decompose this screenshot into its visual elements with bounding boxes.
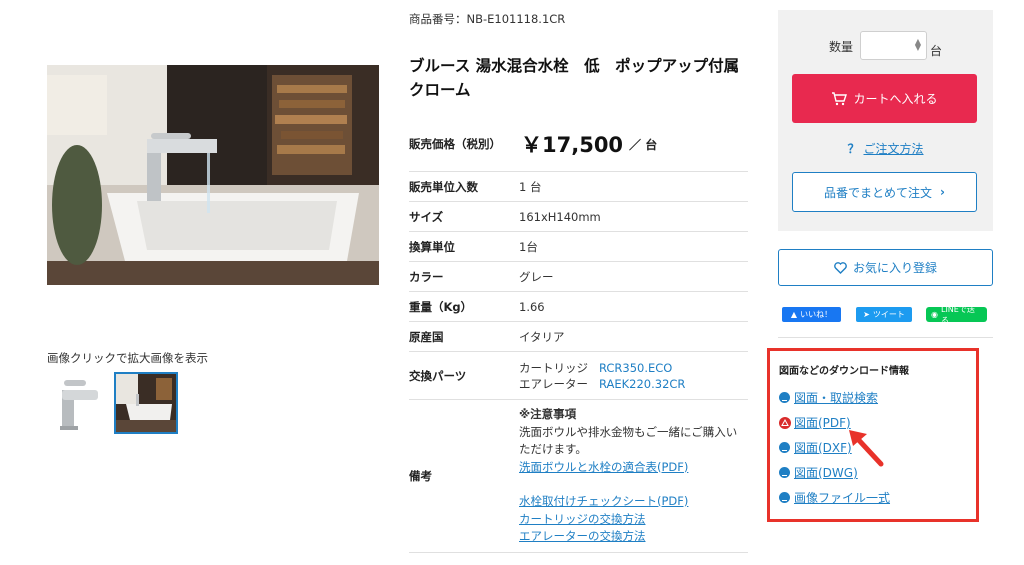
drawing-dxf-link[interactable]: 図面(DXF): [779, 439, 852, 456]
spec-value: グレー: [519, 261, 748, 292]
spec-row: 原産国 イタリア: [409, 321, 748, 352]
spec-key: 販売単位入数: [409, 171, 519, 202]
spec-value: 1.66: [519, 291, 748, 322]
spec-key: カラー: [409, 261, 519, 292]
line-chat-icon: ◉: [931, 310, 938, 319]
drawing-search-label: 図面・取説検索: [794, 391, 879, 405]
drawing-pdf-link[interactable]: 図面(PDF): [779, 414, 851, 431]
facebook-like-label: いいね！: [800, 310, 833, 319]
pdf-icon: [779, 416, 791, 429]
parts-line-aerator: エアレーター RAEK220.32CR: [519, 376, 748, 392]
spec-value: 1台: [519, 231, 748, 262]
notes-heading: ※注意事項: [519, 407, 577, 421]
parts-label: エアレーター: [519, 376, 588, 391]
spec-key: 重量（Kg）: [409, 291, 519, 322]
cartridge-part-link[interactable]: RCR350.ECO: [599, 361, 672, 375]
section-divider: [778, 337, 993, 338]
tweet-label: ツイート: [872, 310, 905, 319]
favorite-label: お気に入り登録: [852, 261, 937, 275]
enlarge-hint: 画像クリックで拡大画像を表示: [47, 351, 208, 365]
product-number: 商品番号：NB-E101118.1CR: [409, 12, 566, 26]
spec-row: 重量（Kg） 1.66: [409, 291, 748, 322]
image-files-label: 画像ファイル一式: [794, 491, 891, 505]
parts-label: カートリッジ: [519, 360, 588, 375]
download-icon: [779, 467, 790, 478]
aerator-part-link[interactable]: RAEK220.32CR: [599, 377, 685, 391]
thumbnail-faucet-image: [48, 372, 112, 434]
thumbnail-scene-image: [116, 374, 176, 432]
question-icon: ？: [847, 142, 860, 156]
annotation-arrow-icon: [849, 430, 884, 467]
order-method-link[interactable]: ？ご注文方法: [778, 140, 993, 157]
download-icon: [779, 442, 790, 453]
notes-key: 備考: [409, 399, 519, 553]
cartridge-replace-link[interactable]: カートリッジの交換方法: [519, 512, 646, 526]
add-to-cart-button[interactable]: カートへ入れる: [792, 74, 977, 123]
install-checksheet-link[interactable]: 水栓取付けチェックシート(PDF): [519, 494, 688, 508]
main-photo-illustration: [47, 65, 379, 285]
bulk-order-label: 品番でまとめて注文: [824, 185, 933, 200]
spec-key: 原産国: [409, 321, 519, 352]
favorite-button[interactable]: お気に入り登録: [778, 249, 993, 286]
download-section-title: 図面などのダウンロード情報: [779, 366, 909, 377]
price-unit: ／ 台: [629, 137, 658, 152]
download-icon: [779, 492, 790, 503]
parts-row: 交換パーツ カートリッジ RCR350.ECO エアレーター RAEK220.3…: [409, 351, 748, 400]
download-icon: [779, 392, 790, 403]
notes-value: ※注意事項 洗面ボウルや排水金物もご一緒にご購入いただけます。 洗面ボウルと水栓…: [519, 399, 748, 553]
spec-row: サイズ 161xH140mm: [409, 201, 748, 232]
price-value: ￥17,500: [521, 133, 624, 157]
compat-table-link[interactable]: 洗面ボウルと水栓の適合表(PDF): [519, 460, 688, 474]
drawing-pdf-label: 図面(PDF): [794, 416, 851, 430]
add-to-cart-label: カートへ入れる: [853, 92, 938, 106]
notes-spacer: [519, 476, 748, 493]
notes-row: 備考 ※注意事項 洗面ボウルや排水金物もご一緒にご購入いただけます。 洗面ボウル…: [409, 399, 748, 553]
drawing-dxf-label: 図面(DXF): [794, 441, 852, 455]
parts-key: 交換パーツ: [409, 351, 519, 400]
line-share-button[interactable]: ◉ LINEで送る: [926, 305, 987, 325]
heart-icon: [834, 261, 847, 274]
parts-value: カートリッジ RCR350.ECO エアレーター RAEK220.32CR: [519, 351, 748, 400]
spec-value: イタリア: [519, 321, 748, 352]
parts-line-cartridge: カートリッジ RCR350.ECO: [519, 360, 748, 376]
price-row: 販売価格（税別） ￥17,500 ／ 台: [409, 124, 749, 164]
spec-table: 販売単位入数 1 台 サイズ 161xH140mm 換算単位 1台 カラー グレ…: [409, 171, 748, 553]
main-product-image[interactable]: [47, 65, 379, 285]
chevron-right-icon: ›: [940, 185, 945, 199]
bulk-order-button[interactable]: 品番でまとめて注文 ›: [792, 172, 977, 212]
thumbs-up-icon: ▲: [790, 310, 798, 319]
quantity-stepper-icon[interactable]: ▲ ▼: [915, 38, 921, 52]
facebook-like-button[interactable]: ▲ いいね！: [782, 307, 841, 322]
drawing-search-link[interactable]: 図面・取説検索: [779, 389, 878, 406]
line-share-label: LINEで送る: [940, 304, 975, 325]
spec-row: 販売単位入数 1 台: [409, 171, 748, 202]
order-method-label: ご注文方法: [863, 142, 924, 156]
spec-row: 換算単位 1台: [409, 231, 748, 262]
tweet-button[interactable]: ➤ ツイート: [856, 307, 912, 322]
spec-value: 161xH140mm: [519, 201, 748, 232]
quantity-label: 数量: [829, 40, 854, 54]
quantity-unit: 台: [930, 44, 943, 58]
drawing-dwg-link[interactable]: 図面(DWG): [779, 464, 858, 481]
notes-text: 洗面ボウルや排水金物もご一緒にご購入いただけます。: [519, 424, 738, 457]
spec-value: 1 台: [519, 171, 748, 202]
thumbnail-faucet[interactable]: [48, 372, 112, 434]
spec-key: サイズ: [409, 201, 519, 232]
spec-key: 換算単位: [409, 231, 519, 262]
thumbnail-scene[interactable]: [114, 372, 178, 434]
aerator-replace-link[interactable]: エアレーターの交換方法: [519, 529, 646, 543]
image-files-link[interactable]: 画像ファイル一式: [779, 489, 890, 506]
twitter-bird-icon: ➤: [863, 310, 870, 319]
quantity-input[interactable]: ▲ ▼: [860, 31, 927, 60]
product-title: ブルース 湯水混合水栓 低 ポップアップ付属 クローム: [409, 57, 740, 99]
spec-row: カラー グレー: [409, 261, 748, 292]
price-label: 販売価格（税別）: [409, 137, 501, 151]
cart-icon: [832, 91, 848, 105]
